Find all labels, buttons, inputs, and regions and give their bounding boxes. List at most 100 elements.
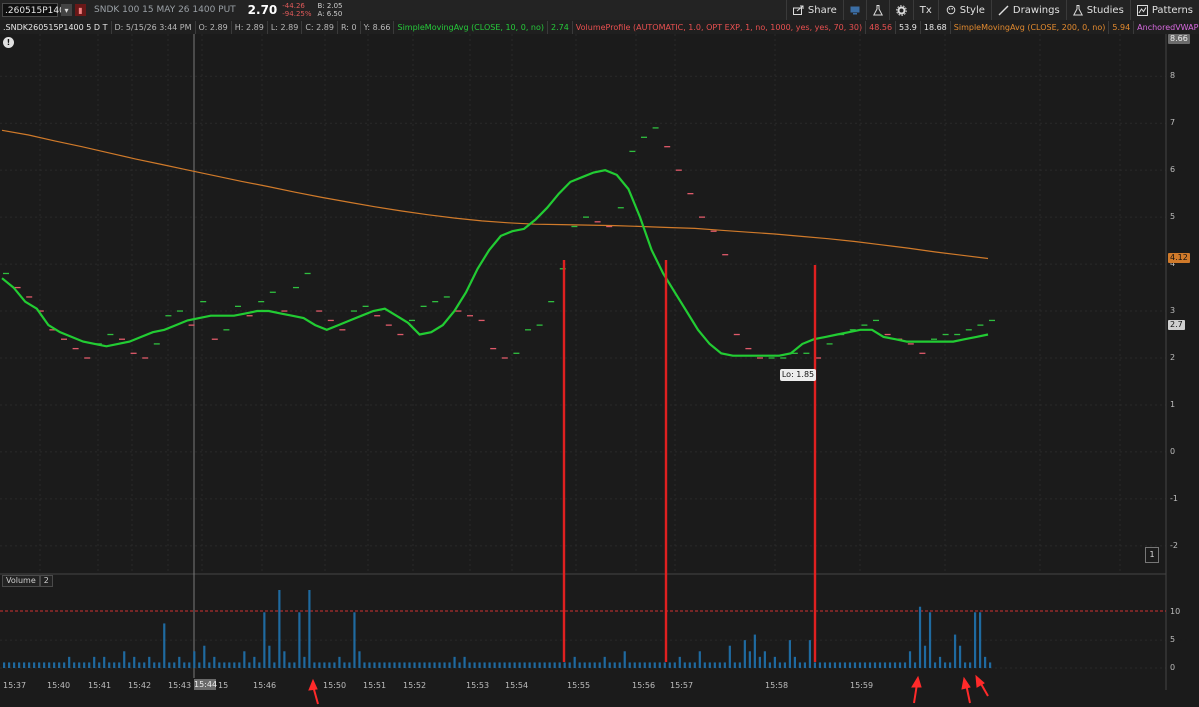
- settings-button[interactable]: [888, 0, 913, 20]
- drawings-icon: [998, 5, 1009, 15]
- volume-bar: [718, 662, 721, 668]
- volume-bar: [598, 662, 601, 668]
- time-axis-tick: 15:42: [128, 681, 152, 690]
- drawings-button[interactable]: Drawings: [990, 0, 1066, 20]
- low-bubble: Lo: 1.85: [780, 369, 816, 381]
- volume-bar: [973, 612, 977, 668]
- last-price: 2.70: [247, 3, 278, 17]
- volume-bar: [518, 662, 521, 668]
- net-change-block: -44.26 -94.25%: [282, 2, 311, 18]
- volume-bar: [473, 662, 476, 668]
- volume-bar: [528, 662, 531, 668]
- volume-bar: [388, 662, 391, 668]
- net-change: -44.26: [282, 2, 305, 10]
- volume-bar: [128, 662, 131, 668]
- watch-button[interactable]: [842, 0, 866, 20]
- volume-bar: [568, 662, 571, 668]
- time-axis-tick: 15:53: [466, 681, 490, 690]
- volume-bar: [573, 656, 576, 668]
- volume-bar: [273, 662, 276, 668]
- studies-label: Studies: [1086, 4, 1124, 16]
- volume-bar: [78, 662, 81, 668]
- volume-bar: [478, 662, 481, 668]
- volume-bar: [533, 662, 536, 668]
- volume-bar: [143, 662, 146, 668]
- volume-bar: [493, 662, 496, 668]
- volume-axis-tick: 0: [1170, 663, 1176, 672]
- volume-bar: [108, 662, 111, 668]
- volume-bar: [663, 662, 666, 668]
- volume-bar: [193, 651, 196, 668]
- arrow-3: [961, 676, 971, 704]
- price-chart[interactable]: [0, 34, 1199, 707]
- volume-bar: [963, 662, 967, 668]
- volume-pane-index: 2: [39, 575, 53, 587]
- percent-change: -94.25%: [282, 10, 312, 18]
- volume-bar: [268, 645, 271, 668]
- volume-bar: [483, 662, 486, 668]
- tx-button[interactable]: Tx: [912, 0, 938, 20]
- price-axis-tick: 8: [1170, 71, 1176, 81]
- volume-label: Volume: [2, 575, 40, 587]
- price-axis-tick: 2: [1170, 353, 1176, 362]
- volume-bar: [753, 634, 756, 668]
- volume-bar: [703, 662, 706, 668]
- volume-bar: [138, 662, 141, 668]
- volume-bar: [323, 662, 326, 668]
- volume-bar: [943, 662, 947, 668]
- time-axis-tick: 15:46: [253, 681, 277, 690]
- info-icon[interactable]: !: [3, 37, 14, 48]
- volume-bar: [333, 662, 336, 668]
- volume-bar: [413, 662, 416, 668]
- time-axis-tick: 15: [218, 681, 229, 690]
- volume-bar: [733, 662, 736, 668]
- patterns-icon: [1136, 4, 1148, 16]
- share-button[interactable]: Share: [785, 0, 843, 20]
- legend-sma10[interactable]: SimpleMovingAvg (CLOSE, 10, 0, no): [394, 20, 548, 34]
- volume-bar: [763, 651, 766, 668]
- price-axis-tick: -1: [1170, 493, 1178, 503]
- patterns-label: Patterns: [1151, 4, 1193, 16]
- volume-bar: [58, 662, 61, 668]
- time-axis-tick: 15:59: [850, 681, 874, 690]
- bid-ask-block: B: 2.05 A: 6.50: [318, 2, 343, 18]
- volume-bar: [983, 656, 987, 668]
- volume-bar: [653, 662, 656, 668]
- sma200-price-tag: 4.12: [1168, 253, 1190, 264]
- volume-bar: [488, 662, 491, 668]
- volume-bar: [743, 640, 746, 668]
- volume-bar: [893, 662, 897, 668]
- volume-bar: [433, 662, 436, 668]
- legend-sma200[interactable]: SimpleMovingAvg (CLOSE, 200, 0, no): [951, 20, 1110, 34]
- volume-bar: [933, 662, 937, 668]
- legend-vp-value-2: 53.9: [896, 20, 921, 34]
- legend-volume-profile[interactable]: VolumeProfile (AUTOMATIC, 1.0, OPT EXP, …: [573, 20, 867, 34]
- volume-bar: [123, 651, 126, 668]
- cursor-price-tag: 8.66: [1168, 34, 1190, 44]
- volume-bar: [953, 634, 957, 668]
- pane-number-badge[interactable]: 1: [1145, 547, 1159, 563]
- volume-bar: [833, 662, 837, 668]
- volume-bar: [808, 640, 812, 668]
- volume-bar: [543, 662, 546, 668]
- volume-bar: [843, 662, 847, 668]
- volume-bar: [588, 662, 591, 668]
- volume-bar: [18, 662, 21, 668]
- symbol-input[interactable]: .260515P1400: [2, 3, 71, 17]
- volume-bar: [708, 662, 711, 668]
- legend-anchored-vwap[interactable]: AnchoredVWAP (-2.0, 2.0,...: [1134, 21, 1199, 34]
- volume-bar: [83, 662, 86, 668]
- volume-bar: [688, 662, 691, 668]
- style-button[interactable]: Style: [937, 0, 991, 20]
- link-group-icon[interactable]: ▮: [75, 4, 86, 16]
- volume-pane-label: Volume 2: [2, 575, 53, 587]
- legend-date: D: 5/15/26 3:44 PM: [112, 20, 196, 34]
- volume-bar: [638, 662, 641, 668]
- flask-button[interactable]: [865, 0, 889, 20]
- volume-bar: [838, 662, 842, 668]
- volume-bar: [438, 662, 441, 668]
- patterns-button[interactable]: Patterns: [1129, 0, 1199, 20]
- symbol-dropdown-icon[interactable]: ▾: [61, 4, 72, 16]
- studies-button[interactable]: Studies: [1065, 0, 1130, 20]
- volume-bar: [53, 662, 56, 668]
